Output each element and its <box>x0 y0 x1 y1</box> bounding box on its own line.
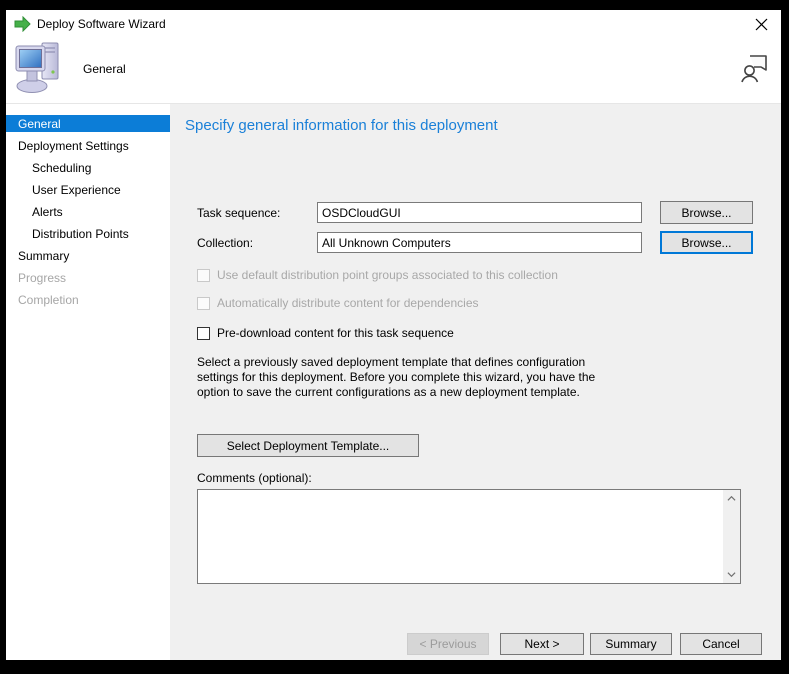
window-title: Deploy Software Wizard <box>37 17 166 31</box>
predownload-label: Pre-download content for this task seque… <box>217 327 454 340</box>
close-icon[interactable] <box>753 16 769 32</box>
scroll-down-icon[interactable] <box>723 566 740 583</box>
sidebar-item-summary[interactable]: Summary <box>6 245 170 267</box>
next-button[interactable]: Next > <box>500 633 584 655</box>
sidebar-item-general[interactable]: General <box>6 113 170 135</box>
task-sequence-input[interactable] <box>317 202 642 223</box>
use-default-dp-groups-checkbox <box>197 269 210 282</box>
sidebar-item-scheduling[interactable]: Scheduling <box>6 157 170 179</box>
task-sequence-browse-button[interactable]: Browse... <box>660 201 753 224</box>
general-page-panel: Specify general information for this dep… <box>170 104 781 660</box>
auto-distribute-checkbox-row: Automatically distribute content for dep… <box>197 297 479 310</box>
comments-scrollbar[interactable] <box>723 490 740 583</box>
auto-distribute-checkbox <box>197 297 210 310</box>
comments-label: Comments (optional): <box>197 471 312 485</box>
titlebar: Deploy Software Wizard <box>6 10 781 38</box>
computer-icon <box>14 41 62 99</box>
page-heading: Specify general information for this dep… <box>185 117 498 134</box>
person-feedback-icon[interactable] <box>741 54 768 88</box>
wizard-header: General <box>6 38 781 104</box>
comments-field-container <box>197 489 741 584</box>
previous-button: < Previous <box>407 633 489 655</box>
cancel-button[interactable]: Cancel <box>680 633 762 655</box>
collection-input[interactable] <box>317 232 642 253</box>
wizard-body: General Deployment Settings Scheduling U… <box>6 104 781 660</box>
collection-label: Collection: <box>197 236 253 250</box>
current-page-title: General <box>83 62 126 76</box>
use-default-dp-groups-checkbox-row: Use default distribution point groups as… <box>197 269 558 282</box>
sidebar-item-user-experience[interactable]: User Experience <box>6 179 170 201</box>
auto-distribute-label: Automatically distribute content for dep… <box>217 297 479 310</box>
deployment-template-note: Select a previously saved deployment tem… <box>197 355 595 400</box>
comments-textarea[interactable] <box>198 490 723 583</box>
task-sequence-label: Task sequence: <box>197 206 280 220</box>
deploy-software-wizard-window: Deploy Software Wizard <box>6 10 781 660</box>
wizard-steps-sidebar: General Deployment Settings Scheduling U… <box>6 104 170 660</box>
scroll-up-icon[interactable] <box>723 490 740 507</box>
predownload-checkbox-row[interactable]: Pre-download content for this task seque… <box>197 327 454 340</box>
predownload-checkbox[interactable] <box>197 327 210 340</box>
summary-button[interactable]: Summary <box>590 633 672 655</box>
select-deployment-template-button[interactable]: Select Deployment Template... <box>197 434 419 457</box>
sidebar-item-distribution-points[interactable]: Distribution Points <box>6 223 170 245</box>
sidebar-item-completion: Completion <box>6 289 170 311</box>
window-frame: Deploy Software Wizard <box>0 0 789 674</box>
sidebar-item-alerts[interactable]: Alerts <box>6 201 170 223</box>
collection-browse-button[interactable]: Browse... <box>660 231 753 254</box>
wizard-green-arrow-icon <box>14 16 31 32</box>
sidebar-item-deployment-settings[interactable]: Deployment Settings <box>6 135 170 157</box>
sidebar-item-progress: Progress <box>6 267 170 289</box>
use-default-dp-groups-label: Use default distribution point groups as… <box>217 269 558 282</box>
